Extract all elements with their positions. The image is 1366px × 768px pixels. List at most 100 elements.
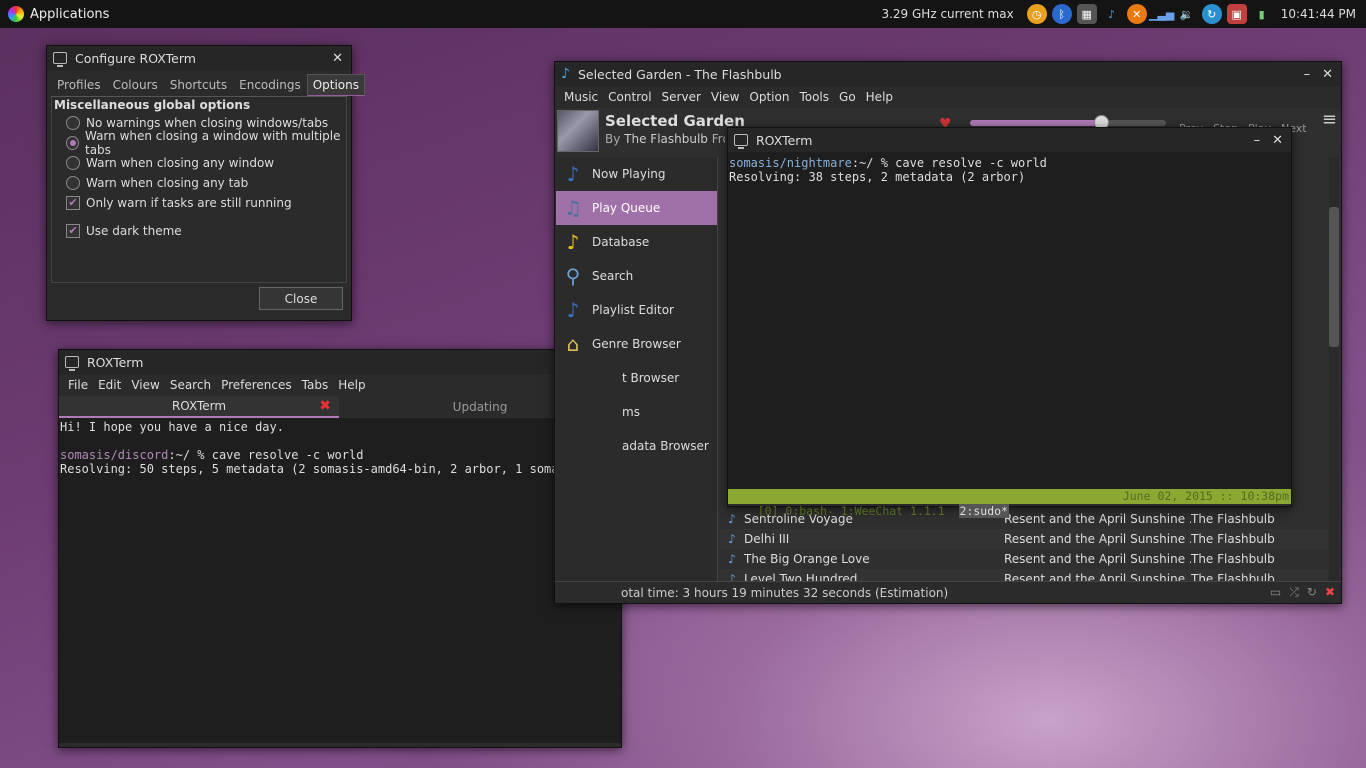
- tab-profiles[interactable]: Profiles: [51, 74, 107, 96]
- table-scrollbar[interactable]: [1329, 157, 1339, 583]
- menu-preferences[interactable]: Preferences: [216, 378, 297, 392]
- note-icon: ♪: [728, 552, 736, 566]
- menu-help[interactable]: Help: [861, 90, 898, 104]
- tag-icon: ⌂: [566, 332, 580, 356]
- radio-button[interactable]: [66, 156, 80, 170]
- bluetooth-icon[interactable]: ᛒ: [1051, 4, 1072, 24]
- menu-view[interactable]: View: [126, 378, 164, 392]
- nav-sidebar: ♪ Now Playing ♫ Play Queue ♪ Database ⚲ Sear…: [556, 157, 718, 583]
- menu-server[interactable]: Server: [657, 90, 706, 104]
- minimize-icon[interactable]: –: [1254, 133, 1261, 148]
- table-row[interactable]: ♪ The Big Orange Love Resent and the April…: [720, 549, 1328, 569]
- check-label: Only warn if tasks are still running: [86, 196, 292, 210]
- volume-icon[interactable]: 🔉: [1177, 4, 1197, 24]
- radio-button[interactable]: [66, 116, 80, 130]
- option-warn-any-tab[interactable]: Warn when closing any tab: [52, 173, 346, 193]
- close-button[interactable]: Close: [259, 287, 343, 310]
- check-only-running[interactable]: ✔ Only warn if tasks are still running: [52, 193, 346, 213]
- network-icon[interactable]: ▦: [1076, 4, 1097, 24]
- nav-genre-browser[interactable]: ⌂ Genre Browser: [556, 327, 717, 361]
- tab-close-icon[interactable]: ✖: [319, 398, 331, 414]
- menu-search[interactable]: Search: [165, 378, 216, 392]
- nav-albums[interactable]: ms: [556, 395, 717, 429]
- close-icon[interactable]: ✕: [332, 51, 343, 66]
- menu-music[interactable]: Music: [559, 90, 603, 104]
- prompt-user: somasis/discord: [60, 448, 169, 462]
- radio-button-selected[interactable]: [66, 136, 79, 150]
- tab-colours[interactable]: Colours: [107, 74, 164, 96]
- options-heading: Miscellaneous global options: [54, 98, 251, 112]
- checkbox-checked[interactable]: ✔: [66, 224, 80, 238]
- tmux-active-window[interactable]: 2:sudo*: [958, 504, 1009, 518]
- battery-icon[interactable]: ▮: [1252, 4, 1272, 24]
- music-menubar: Music Control Server View Option Tools G…: [555, 86, 1341, 108]
- signal-icon[interactable]: ▁▃▅: [1149, 4, 1174, 24]
- search-icon: ⚲: [565, 264, 581, 288]
- menu-go[interactable]: Go: [834, 90, 861, 104]
- error-icon[interactable]: ✖: [1325, 585, 1335, 600]
- panel-clock[interactable]: 10:41:44 PM: [1281, 7, 1356, 21]
- tab-roxterm[interactable]: ROXTerm ✖: [59, 396, 339, 418]
- radio-button[interactable]: [66, 176, 80, 190]
- close-icon[interactable]: ✕: [1322, 67, 1333, 82]
- scrollbar-thumb[interactable]: [1329, 207, 1339, 347]
- roxterm-window-1: ROXTerm –✕ File Edit View Search Prefere…: [58, 349, 622, 748]
- minimize-icon[interactable]: –: [1304, 67, 1311, 82]
- option-label: No warnings when closing windows/tabs: [86, 116, 329, 130]
- menu-option[interactable]: Option: [744, 90, 794, 104]
- term2-terminal[interactable]: somasis/nightmare:~/ % cave resolve -c w…: [728, 152, 1291, 489]
- tab-options[interactable]: Options: [306, 74, 366, 96]
- tab-shortcuts[interactable]: Shortcuts: [164, 74, 233, 96]
- check-dark-theme[interactable]: ✔ Use dark theme: [52, 221, 346, 241]
- nav-playlist-editor[interactable]: ♪ Playlist Editor: [556, 293, 717, 327]
- volume-fill: [970, 120, 1102, 126]
- music-statusbar: otal time: 3 hours 19 minutes 32 seconds…: [555, 581, 1341, 603]
- config-titlebar[interactable]: Configure ROXTerm ✕: [47, 46, 351, 70]
- volume-slider[interactable]: [970, 115, 1166, 130]
- tray-icon[interactable]: ▭: [1270, 585, 1281, 600]
- row-artist: The Flashbulb: [1191, 532, 1275, 546]
- menu-control[interactable]: Control: [603, 90, 656, 104]
- nav-play-queue[interactable]: ♫ Play Queue: [556, 191, 717, 225]
- menu-view[interactable]: View: [706, 90, 744, 104]
- menu-tools[interactable]: Tools: [794, 90, 834, 104]
- tab-encodings[interactable]: Encodings: [233, 74, 307, 96]
- sync-icon[interactable]: ↻: [1201, 4, 1222, 24]
- music-note-icon: ♪: [566, 162, 580, 186]
- nav-now-playing[interactable]: ♪ Now Playing: [556, 157, 717, 191]
- menu-edit[interactable]: Edit: [93, 378, 126, 392]
- terminal-prompt-line: somasis/nightmare:~/ % cave resolve -c w…: [729, 156, 1290, 170]
- shuffle-icon[interactable]: ⤮: [1289, 585, 1299, 600]
- menu-tabs[interactable]: Tabs: [297, 378, 334, 392]
- database-icon: ♪: [566, 230, 580, 254]
- row-album: Resent and the April Sunshine ...: [1004, 552, 1191, 566]
- blocker-icon[interactable]: ✕: [1126, 4, 1147, 24]
- menu-help[interactable]: Help: [333, 378, 370, 392]
- menu-file[interactable]: File: [63, 378, 93, 392]
- nav-database[interactable]: ♪ Database: [556, 225, 717, 259]
- clock-icon[interactable]: ◷: [1026, 4, 1047, 24]
- options-panel: Miscellaneous global options No warnings…: [51, 97, 347, 283]
- term1-titlebar[interactable]: ROXTerm –✕: [59, 350, 621, 374]
- repeat-icon[interactable]: ↻: [1307, 585, 1317, 600]
- term2-titlebar[interactable]: ROXTerm – ✕: [728, 128, 1291, 152]
- nav-metadata-browser[interactable]: adata Browser: [556, 429, 717, 463]
- option-label: Warn when closing any tab: [86, 176, 249, 190]
- hamburger-menu-icon[interactable]: ≡: [1322, 111, 1337, 129]
- applications-menu[interactable]: Applications: [0, 6, 109, 22]
- nav-artist-browser[interactable]: t Browser: [556, 361, 717, 395]
- option-warn-multiple-tabs[interactable]: Warn when closing a window with multiple…: [52, 129, 346, 157]
- term1-terminal[interactable]: Hi! I hope you have a nice day. somasis/…: [59, 418, 621, 743]
- row-artist: The Flashbulb: [1191, 512, 1275, 526]
- table-row[interactable]: ♪Delhi IIIResent and the April Sunshine …: [720, 529, 1328, 549]
- music-player-icon[interactable]: ♪: [1102, 4, 1122, 24]
- row-title: The Big Orange Love: [744, 552, 870, 566]
- prompt-user: somasis/nightmare: [729, 156, 852, 170]
- music-titlebar[interactable]: ♪ Selected Garden - The Flashbulb – ✕: [555, 62, 1341, 86]
- nav-label: t Browser: [622, 371, 680, 385]
- checkbox-checked[interactable]: ✔: [66, 196, 80, 210]
- term2-title: ROXTerm: [756, 132, 813, 148]
- close-icon[interactable]: ✕: [1272, 133, 1283, 148]
- updates-icon[interactable]: ▣: [1226, 4, 1247, 24]
- nav-search[interactable]: ⚲ Search: [556, 259, 717, 293]
